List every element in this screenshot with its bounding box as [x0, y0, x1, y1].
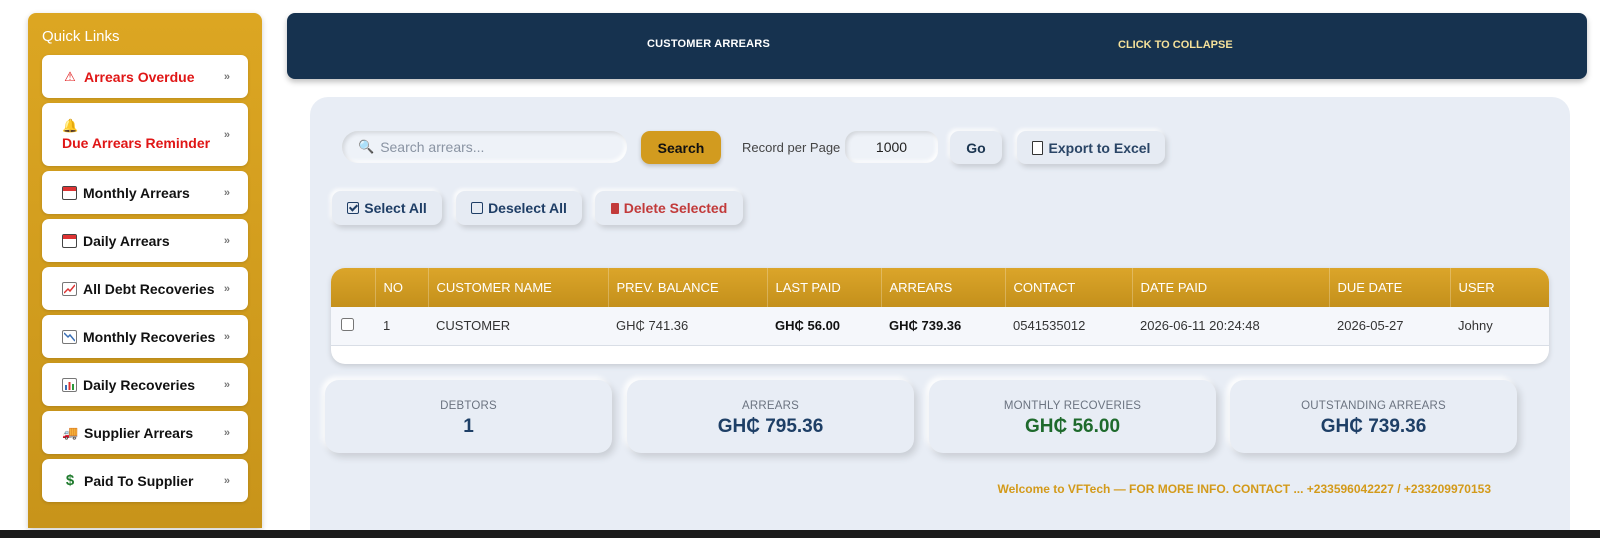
col-header-customer-name[interactable]: CUSTOMER NAME — [428, 268, 609, 307]
cell-due-date: 2026-05-27 — [1337, 318, 1404, 334]
sidebar-item-label: Monthly Arrears — [83, 184, 190, 201]
cell-customer-name: CUSTOMER — [436, 318, 511, 334]
sidebar-item-label: Daily Arrears — [83, 232, 170, 249]
col-header-arrears[interactable]: ARREARS — [881, 268, 1006, 307]
deselect-all-button[interactable]: Deselect All — [456, 191, 582, 225]
delete-selected-button[interactable]: Delete Selected — [595, 191, 743, 225]
export-excel-button[interactable]: Export to Excel — [1017, 131, 1165, 164]
sidebar-item-label: Due Arrears Reminder — [62, 135, 211, 151]
chart-down-icon — [62, 329, 77, 344]
deselect-all-label: Deselect All — [488, 200, 567, 216]
col-header-no[interactable]: NO — [375, 268, 429, 307]
quick-links-sidebar: Quick Links ⚠ Arrears Overdue » 🔔 Due Ar… — [28, 13, 262, 528]
stat-card-debtors: DEBTORS 1 — [325, 380, 612, 453]
col-header-due-date[interactable]: DUE DATE — [1329, 268, 1451, 307]
delete-selected-label: Delete Selected — [623, 200, 728, 216]
cell-contact: 0541535012 — [1013, 318, 1086, 334]
sidebar-item-label: Arrears Overdue — [84, 68, 195, 85]
main-panel: 🔍 Search Record per Page 1000 Go Export … — [310, 97, 1570, 538]
col-header-prev-balance[interactable]: PREV. BALANCE — [608, 268, 768, 307]
stat-label: DEBTORS — [440, 400, 497, 412]
cell-user: Johny — [1458, 318, 1493, 334]
checked-box-icon — [347, 202, 360, 214]
bar-chart-icon — [62, 377, 77, 392]
document-icon — [1031, 140, 1043, 155]
chevron-right-icon: » — [223, 70, 230, 83]
select-all-button[interactable]: Select All — [332, 191, 442, 225]
page: Quick Links ⚠ Arrears Overdue » 🔔 Due Ar… — [0, 0, 1600, 538]
sidebar-item-monthly-recoveries[interactable]: Monthly Recoveries » — [42, 315, 248, 358]
sidebar-title: Quick Links — [42, 28, 120, 45]
cell-no: 1 — [383, 318, 391, 334]
sidebar-item-all-debt-recoveries[interactable]: All Debt Recoveries » — [42, 267, 248, 310]
chevron-right-icon: » — [223, 378, 230, 391]
table-header-row: NO CUSTOMER NAME PREV. BALANCE LAST PAID… — [331, 268, 1549, 307]
stat-card-outstanding-arrears: OUTSTANDING ARREARS GH₵ 739.36 — [1230, 380, 1517, 453]
sidebar-item-label: Daily Recoveries — [83, 376, 196, 393]
stat-label: OUTSTANDING ARREARS — [1301, 400, 1446, 412]
chevron-right-icon: » — [223, 234, 230, 247]
stat-value: 1 — [463, 416, 474, 437]
export-label: Export to Excel — [1048, 139, 1151, 156]
sidebar-item-supplier-arrears[interactable]: 🚚 Supplier Arrears » — [42, 411, 248, 454]
collapse-toggle[interactable]: CLICK TO COLLAPSE — [1118, 39, 1233, 51]
col-header-user[interactable]: USER — [1450, 268, 1549, 307]
sidebar-item-daily-arrears[interactable]: Daily Arrears » — [42, 219, 248, 262]
trash-icon — [610, 202, 619, 214]
col-header-date-paid[interactable]: DATE PAID — [1132, 268, 1330, 307]
bell-icon: 🔔 — [62, 118, 79, 133]
page-header: CUSTOMER ARREARS CLICK TO COLLAPSE — [287, 13, 1587, 79]
stat-card-monthly-recoveries: MONTHLY RECOVERIES GH₵ 56.00 — [929, 380, 1216, 453]
stat-label: MONTHLY RECOVERIES — [1003, 400, 1142, 412]
stat-value: GH₵ 56.00 — [1024, 416, 1121, 437]
search-box[interactable]: 🔍 — [342, 131, 627, 163]
search-input[interactable] — [380, 139, 611, 155]
chevron-right-icon: » — [223, 128, 230, 141]
stat-value: GH₵ 795.36 — [717, 416, 824, 437]
sidebar-item-monthly-arrears[interactable]: Monthly Arrears » — [42, 171, 248, 214]
dollar-icon: $ — [65, 472, 75, 489]
chevron-right-icon: » — [223, 426, 230, 439]
sidebar-item-label: Monthly Recoveries — [83, 328, 216, 345]
search-icon: 🔍 — [358, 139, 375, 154]
truck-icon: 🚚 — [62, 425, 79, 440]
sidebar-item-daily-recoveries[interactable]: Daily Recoveries » — [42, 363, 248, 406]
select-all-label: Select All — [364, 200, 427, 216]
page-title: CUSTOMER ARREARS — [647, 38, 770, 50]
row-checkbox[interactable] — [341, 317, 354, 331]
sidebar-item-label: All Debt Recoveries — [83, 280, 215, 297]
sidebar-item-label: Paid To Supplier — [84, 472, 194, 489]
cell-last-paid: GH₵ 56.00 — [775, 318, 841, 334]
col-header-contact[interactable]: CONTACT — [1005, 268, 1133, 307]
calendar-icon — [62, 185, 77, 200]
table-row[interactable]: 1 CUSTOMER GH₵ 741.36 GH₵ 56.00 GH₵ 739.… — [331, 307, 1549, 345]
chevron-right-icon: » — [223, 474, 230, 487]
warning-icon: ⚠ — [64, 69, 76, 84]
taskbar-strip — [0, 530, 1600, 538]
records-per-page-label: Record per Page — [742, 140, 841, 155]
arrears-table: NO CUSTOMER NAME PREV. BALANCE LAST PAID… — [331, 268, 1549, 364]
sidebar-item-label: Supplier Arrears — [84, 424, 194, 441]
chart-up-icon — [62, 281, 77, 296]
empty-box-icon — [471, 202, 484, 214]
sidebar-item-due-arrears-reminder[interactable]: 🔔 Due Arrears Reminder » — [42, 103, 248, 166]
sidebar-item-paid-to-supplier[interactable]: $ Paid To Supplier » — [42, 459, 248, 502]
chevron-right-icon: » — [223, 282, 230, 295]
col-header-last-paid[interactable]: LAST PAID — [767, 268, 882, 307]
search-button[interactable]: Search — [641, 131, 721, 164]
cell-date-paid: 2026-06-11 20:24:48 — [1140, 318, 1260, 334]
stat-value: GH₵ 739.36 — [1320, 416, 1427, 437]
stat-label: ARREARS — [742, 400, 799, 412]
chevron-right-icon: » — [223, 330, 230, 343]
sidebar-item-arrears-overdue[interactable]: ⚠ Arrears Overdue » — [42, 55, 248, 98]
col-header-select — [331, 268, 376, 307]
stat-card-arrears: ARREARS GH₵ 795.36 — [627, 380, 914, 453]
calendar-day-icon — [62, 233, 77, 248]
go-button[interactable]: Go — [950, 131, 1002, 164]
cell-prev-balance: GH₵ 741.36 — [616, 318, 689, 334]
chevron-right-icon: » — [223, 186, 230, 199]
cell-arrears: GH₵ 739.36 — [889, 318, 962, 334]
records-per-page-input[interactable]: 1000 — [845, 131, 938, 163]
footer-contact-note: Welcome to VFTech — FOR MORE INFO. CONTA… — [997, 482, 1491, 496]
